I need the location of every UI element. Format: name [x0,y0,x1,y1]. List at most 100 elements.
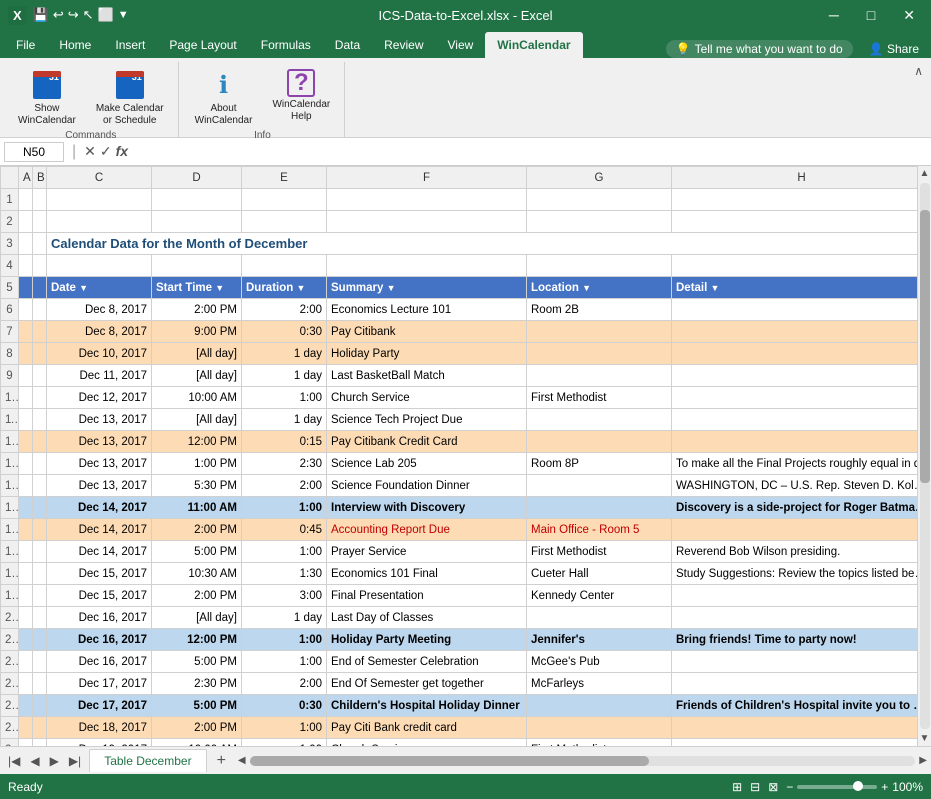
cell-location-17[interactable]: First Methodist [527,541,672,563]
show-wincalendar-button[interactable]: 31 ShowWinCalendar [12,66,82,130]
cell-b20[interactable] [33,607,47,629]
cell-a5[interactable] [19,277,33,299]
cell-detail-18[interactable]: Study Suggestions: Review the topics lis… [672,563,918,585]
cell-starttime-header[interactable]: Start Time ▼ [152,277,242,299]
cell-a19[interactable] [19,585,33,607]
shapes-icon[interactable]: ⬜ [98,7,114,23]
cell-summary-11[interactable]: Science Tech Project Due [327,409,527,431]
cell-e4[interactable] [242,255,327,277]
cell-summary-21[interactable]: Holiday Party Meeting [327,629,527,651]
cell-a18[interactable] [19,563,33,585]
hscroll-left-button[interactable]: ◀ [238,755,246,766]
cell-summary-26[interactable]: Church Service [327,739,527,747]
page-layout-icon[interactable]: ⊟ [750,780,760,794]
cell-detail-header[interactable]: Detail ▼ [672,277,918,299]
cell-a20[interactable] [19,607,33,629]
minimize-button[interactable]: ─ [821,5,847,25]
cell-summary-14[interactable]: Science Foundation Dinner [327,475,527,497]
cell-location-19[interactable]: Kennedy Center [527,585,672,607]
cell-duration-17[interactable]: 1:00 [242,541,327,563]
cell-a21[interactable] [19,629,33,651]
cell-date-25[interactable]: Dec 18, 2017 [47,717,152,739]
cell-starttime-12[interactable]: 12:00 PM [152,431,242,453]
cell-detail-10[interactable] [672,387,918,409]
cell-duration-7[interactable]: 0:30 [242,321,327,343]
cell-date-26[interactable]: Dec 19, 2017 [47,739,152,747]
cell-summary-9[interactable]: Last BasketBall Match [327,365,527,387]
sheet-nav-next[interactable]: ▶ [46,752,63,770]
cell-summary-19[interactable]: Final Presentation [327,585,527,607]
cell-b26[interactable] [33,739,47,747]
cell-summary-15[interactable]: Interview with Discovery [327,497,527,519]
col-header-g[interactable]: G [527,167,672,189]
tab-insert[interactable]: Insert [103,32,157,58]
cell-a12[interactable] [19,431,33,453]
cell-detail-22[interactable] [672,651,918,673]
cell-detail-6[interactable] [672,299,918,321]
cell-b22[interactable] [33,651,47,673]
cell-duration-13[interactable]: 2:30 [242,453,327,475]
cell-a7[interactable] [19,321,33,343]
cell-detail-8[interactable] [672,343,918,365]
cell-date-14[interactable]: Dec 13, 2017 [47,475,152,497]
formula-input[interactable] [132,143,927,161]
col-header-e[interactable]: E [242,167,327,189]
cell-summary-7[interactable]: Pay Citibank [327,321,527,343]
tab-view[interactable]: View [436,32,486,58]
cell-g2[interactable] [527,211,672,233]
cell-title[interactable]: Calendar Data for the Month of December [47,233,918,255]
cell-c1[interactable] [47,189,152,211]
cell-summary-10[interactable]: Church Service [327,387,527,409]
cell-b15[interactable] [33,497,47,519]
cell-detail-23[interactable] [672,673,918,695]
cell-starttime-10[interactable]: 10:00 AM [152,387,242,409]
cell-location-10[interactable]: First Methodist [527,387,672,409]
cell-e2[interactable] [242,211,327,233]
cell-h1[interactable] [672,189,918,211]
cell-duration-16[interactable]: 0:45 [242,519,327,541]
cell-detail-19[interactable] [672,585,918,607]
cell-starttime-11[interactable]: [All day] [152,409,242,431]
cell-f1[interactable] [327,189,527,211]
cell-date-13[interactable]: Dec 13, 2017 [47,453,152,475]
make-calendar-button[interactable]: 31 Make Calendaror Schedule [90,66,170,130]
cell-b2[interactable] [33,211,47,233]
cell-detail-17[interactable]: Reverend Bob Wilson presiding. [672,541,918,563]
cell-b14[interactable] [33,475,47,497]
cell-summary-6[interactable]: Economics Lecture 101 [327,299,527,321]
cell-b23[interactable] [33,673,47,695]
cell-a9[interactable] [19,365,33,387]
cell-starttime-9[interactable]: [All day] [152,365,242,387]
cell-g4[interactable] [527,255,672,277]
cell-detail-13[interactable]: To make all the Final Projects roughly e… [672,453,918,475]
cell-duration-22[interactable]: 1:00 [242,651,327,673]
cell-date-19[interactable]: Dec 15, 2017 [47,585,152,607]
tab-data[interactable]: Data [323,32,372,58]
cell-duration-header[interactable]: Duration ▼ [242,277,327,299]
cell-b17[interactable] [33,541,47,563]
cell-starttime-23[interactable]: 2:30 PM [152,673,242,695]
cell-summary-25[interactable]: Pay Citi Bank credit card [327,717,527,739]
cell-a3[interactable] [19,233,33,255]
cell-summary-20[interactable]: Last Day of Classes [327,607,527,629]
cell-summary-17[interactable]: Prayer Service [327,541,527,563]
cell-location-13[interactable]: Room 8P [527,453,672,475]
cell-location-15[interactable] [527,497,672,519]
cell-starttime-7[interactable]: 9:00 PM [152,321,242,343]
cell-duration-23[interactable]: 2:00 [242,673,327,695]
cell-duration-18[interactable]: 1:30 [242,563,327,585]
cell-detail-26[interactable] [672,739,918,747]
cell-h4[interactable] [672,255,918,277]
cell-b6[interactable] [33,299,47,321]
cell-date-21[interactable]: Dec 16, 2017 [47,629,152,651]
cell-duration-24[interactable]: 0:30 [242,695,327,717]
hscroll-track[interactable] [250,756,916,766]
cell-date-24[interactable]: Dec 17, 2017 [47,695,152,717]
cell-duration-11[interactable]: 1 day [242,409,327,431]
cell-starttime-25[interactable]: 2:00 PM [152,717,242,739]
tab-page-layout[interactable]: Page Layout [157,32,248,58]
cell-location-16[interactable]: Main Office - Room 5 [527,519,672,541]
sheet-tab-table-december[interactable]: Table December [89,749,206,772]
cell-location-25[interactable] [527,717,672,739]
cell-a22[interactable] [19,651,33,673]
